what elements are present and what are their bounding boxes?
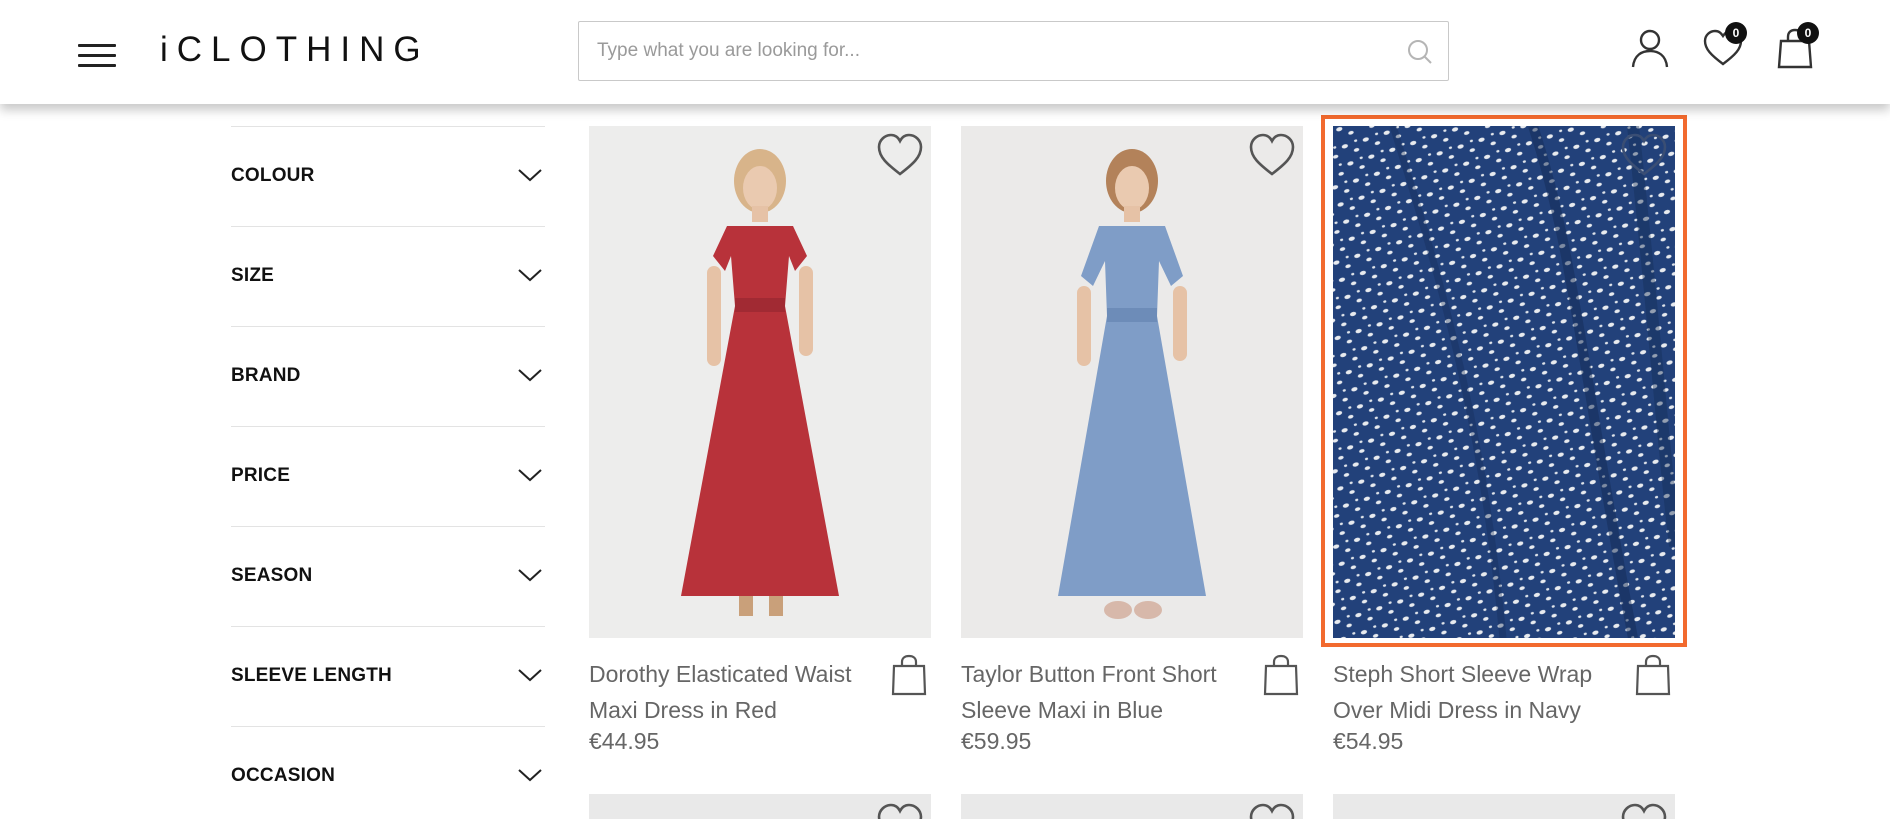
heart-icon[interactable] [1247,802,1297,819]
product-image[interactable] [1333,126,1675,638]
filter-label: COLOUR [231,165,315,186]
search-input[interactable] [597,22,1377,80]
product-image[interactable] [961,126,1303,638]
shopping-bag-icon[interactable] [1635,654,1671,696]
hamburger-menu-icon[interactable] [78,44,116,67]
filter-brand[interactable]: BRAND [231,326,545,426]
search-bar [578,21,1449,81]
product-photo [589,126,931,638]
chevron-down-icon [518,569,542,582]
cart-count-badge: 0 [1797,22,1819,44]
filter-price[interactable]: PRICE [231,426,545,526]
chevron-down-icon [518,469,542,482]
filter-season[interactable]: SEASON [231,526,545,626]
chevron-down-icon [518,769,542,782]
filter-label: SIZE [231,265,275,286]
wishlist-button[interactable]: 0 [1701,22,1747,70]
chevron-down-icon [518,169,542,182]
cart-button[interactable]: 0 [1773,22,1819,70]
product-price: €59.95 [961,728,1032,754]
product-image-partial[interactable] [1333,794,1675,819]
filter-sleeve-length[interactable]: SLEEVE LENGTH [231,626,545,726]
heart-icon[interactable] [1619,802,1669,819]
product-name[interactable]: Dorothy Elasticated Waist Maxi Dress in … [589,656,859,728]
filter-label: PRICE [231,465,291,486]
product-price: €44.95 [589,728,660,754]
filter-label: BRAND [231,365,301,386]
site-logo[interactable]: iCLOTHING [160,30,430,70]
site-header: iCLOTHING 0 0 [0,0,1890,104]
filter-label: SLEEVE LENGTH [231,665,392,686]
chevron-down-icon [518,269,542,282]
heart-icon[interactable] [875,802,925,819]
filter-size[interactable]: SIZE [231,226,545,326]
account-icon[interactable] [1628,26,1672,70]
filter-occasion[interactable]: OCCASION [231,726,545,819]
search-icon[interactable] [1406,38,1434,66]
heart-icon[interactable] [1619,132,1669,178]
product-name[interactable]: Steph Short Sleeve Wrap Over Midi Dress … [1333,656,1603,728]
heart-icon[interactable] [1247,132,1297,178]
product-image-partial[interactable] [589,794,931,819]
product-image[interactable] [589,126,931,638]
product-image-partial[interactable] [961,794,1303,819]
filter-colour[interactable]: COLOUR [231,126,545,226]
product-name[interactable]: Taylor Button Front Short Sleeve Maxi in… [961,656,1231,728]
product-photo [1333,126,1675,638]
product-photo [961,126,1303,638]
filter-sidebar: COLOUR SIZE BRAND PRICE SEASON SLEEVE LE… [231,126,545,819]
shopping-bag-icon[interactable] [891,654,927,696]
filter-label: OCCASION [231,765,335,786]
shopping-bag-icon[interactable] [1263,654,1299,696]
product-price: €54.95 [1333,728,1404,754]
filter-label: SEASON [231,565,313,586]
chevron-down-icon [518,369,542,382]
heart-icon[interactable] [875,132,925,178]
chevron-down-icon [518,669,542,682]
wishlist-count-badge: 0 [1725,22,1747,44]
